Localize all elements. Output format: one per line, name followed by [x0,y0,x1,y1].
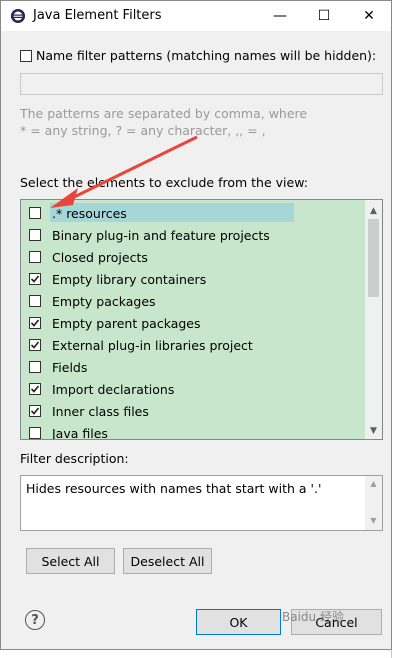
deselect-all-button[interactable]: Deselect All [123,548,212,574]
list-item[interactable]: Java files [29,423,108,440]
list-item[interactable]: Empty packages [29,291,156,311]
description-label: Filter description: [20,451,129,466]
list-item-label: Empty packages [52,293,156,309]
list-item-checkbox[interactable] [29,207,41,219]
list-item[interactable]: Fields [29,357,87,377]
list-item-label: Fields [52,359,88,375]
list-item-checkbox[interactable] [29,361,41,373]
list-item-checkbox[interactable] [29,295,41,307]
list-item[interactable]: External plug-in libraries project [29,335,253,355]
list-item[interactable]: Binary plug-in and feature projects [29,225,270,245]
desc-scroll-up-icon[interactable]: ▲ [365,479,382,488]
list-item-checkbox[interactable] [29,383,41,395]
list-item-checkbox[interactable] [29,229,41,241]
window-title: Java Element Filters [33,8,162,23]
minimize-button[interactable]: — [258,1,302,31]
list-item-label: .* resources [52,205,127,221]
watermark: Baidu 经验 [282,610,344,624]
list-item-label: Inner class files [52,403,149,419]
description-scrollbar[interactable]: ▲ ▼ [365,476,382,530]
list-item[interactable]: Empty library containers [29,269,206,289]
list-item[interactable]: Inner class files [29,401,149,421]
list-item-label: Binary plug-in and feature projects [52,227,270,243]
list-item-label: Closed projects [52,249,148,265]
hint-line-2: * = any string, ? = any character, ,, = … [20,123,266,138]
title-bar: Java Element Filters — ☐ ✕ [1,1,391,31]
close-button[interactable]: ✕ [347,1,391,31]
list-item-checkbox[interactable] [29,317,41,329]
list-item-checkbox[interactable] [29,339,41,351]
list-item-label: Java files [52,425,108,440]
description-box: Hides resources with names that start wi… [20,475,383,531]
scroll-thumb[interactable] [368,219,379,297]
list-item-checkbox[interactable] [29,273,41,285]
scroll-up-icon[interactable]: ▲ [365,202,382,219]
name-filter-checkbox[interactable] [20,49,32,62]
list-item[interactable]: .* resources [29,203,127,223]
list-scrollbar[interactable]: ▲ ▼ [365,200,382,439]
dialog-window: Java Element Filters — ☐ ✕ Name filter p… [0,0,392,650]
eclipse-icon [11,9,25,23]
list-item-label: Empty parent packages [52,315,201,331]
name-filter-input[interactable] [20,73,383,95]
elements-label: Select the elements to exclude from the … [20,175,308,190]
name-filter-label: Name filter patterns (matching names wil… [36,48,377,63]
list-item-label: Empty library containers [52,271,207,287]
select-all-button[interactable]: Select All [26,548,115,574]
background-window-edge [391,0,401,658]
help-icon[interactable]: ? [25,610,45,630]
elements-list[interactable]: .* resources Binary plug-in and feature p… [20,199,383,440]
list-item[interactable]: Empty parent packages [29,313,201,333]
ok-button[interactable]: OK [196,609,281,635]
name-filter-row[interactable]: Name filter patterns (matching names wil… [20,48,376,63]
desc-scroll-down-icon[interactable]: ▼ [365,516,382,525]
list-item-label: Import declarations [52,381,175,397]
scroll-down-icon[interactable]: ▼ [365,422,382,439]
maximize-button[interactable]: ☐ [302,1,346,31]
list-item-label: External plug-in libraries project [52,337,253,353]
list-item-checkbox[interactable] [29,427,41,439]
list-item-checkbox[interactable] [29,405,41,417]
hint-line-1: The patterns are separated by comma, whe… [20,106,308,121]
list-item[interactable]: Import declarations [29,379,174,399]
list-item[interactable]: Closed projects [29,247,148,267]
list-item-checkbox[interactable] [29,251,41,263]
description-text: Hides resources with names that start wi… [26,481,322,496]
